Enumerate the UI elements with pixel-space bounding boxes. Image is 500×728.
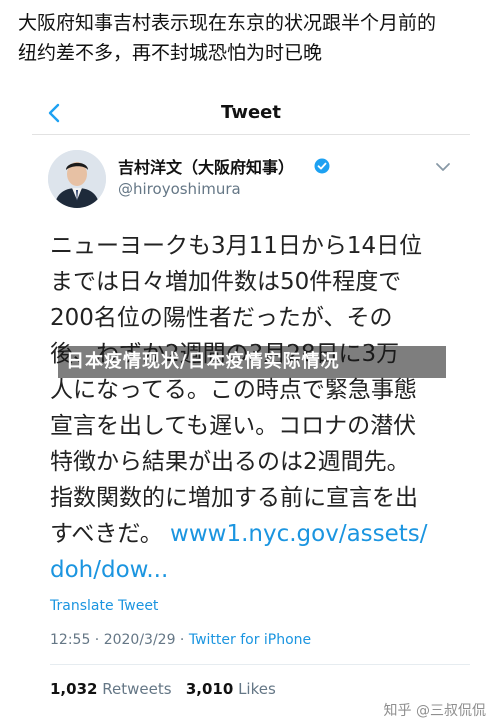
retweets-count[interactable]: 1,032 [50,680,97,698]
tweet-header-title: Tweet [221,102,281,123]
tweet-source-link[interactable]: Twitter for iPhone [189,632,311,648]
likes-label[interactable]: Likes [238,680,276,698]
retweets-label[interactable]: Retweets [102,680,171,698]
verified-badge-icon [314,158,330,174]
tweet-stats: 1,032 Retweets 3,010 Likes [50,680,276,698]
headline-line-1: 大阪府知事吉村表示现在东京的状况跟半个月前的 [18,12,437,34]
author-handle[interactable]: @hiroyoshimura [118,180,241,198]
tweet-line: までは日々増加件数は50件程度で [50,269,402,295]
chevron-down-icon[interactable] [434,158,452,176]
article-headline: 大阪府知事吉村表示现在东京的状况跟半个月前的 纽约差不多，再不封城恐怕为时已晚 [18,8,488,68]
tweet-author-row: 吉村洋文（大阪府知事） @hiroyoshimura [48,148,468,212]
watermark: 知乎 @三叔侃侃 [383,703,486,719]
tweet-link[interactable]: www1.nyc.gov/assets/ [170,521,428,547]
tweet-meta: 12:55 · 2020/3/29 · Twitter for iPhone [50,632,311,648]
tweet-line: 指数関数的に増加する前に宣言を出 [50,485,418,511]
tweet-link-continued[interactable]: doh/dow... [50,552,470,588]
tweet-line-text: すべきだ。 [50,521,163,547]
headline-line-2: 纽约差不多，再不封城恐怕为时已晚 [18,42,323,64]
tweet-line: 200名位の陽性者だったが、その [50,305,393,331]
tweet-datetime: 12:55 · 2020/3/29 · [50,632,189,648]
avatar[interactable] [48,150,106,208]
tweet-line: 特徴から結果が出るのは2週間先。 [50,449,410,475]
likes-count[interactable]: 3,010 [186,680,233,698]
author-name[interactable]: 吉村洋文（大阪府知事） [118,154,294,178]
tweet-line-with-link: すべきだ。 www1.nyc.gov/assets/ [50,516,470,552]
tweet-header-bar: Tweet [32,96,470,135]
tweet-line: ニューヨークも3月11日から14日位 [50,233,423,259]
overlay-caption: 日本疫情现状/日本疫情实际情况 [66,351,340,372]
translate-tweet-link[interactable]: Translate Tweet [50,598,158,614]
divider [50,664,470,665]
tweet-line: 宣言を出しても遅い。コロナの潜伏 [50,413,417,439]
tweet-text: ニューヨークも3月11日から14日位 までは日々増加件数は50件程度で 200名… [50,228,470,588]
